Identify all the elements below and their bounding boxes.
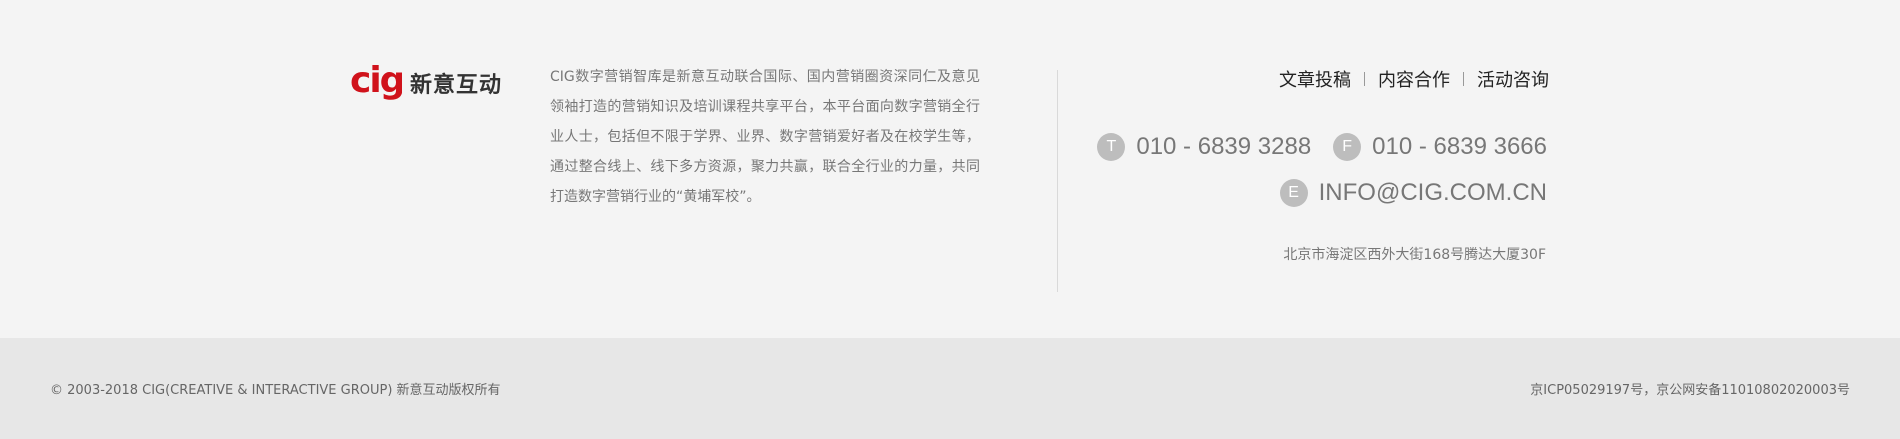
nav-link-submit-article[interactable]: 文章投稿 xyxy=(1279,66,1351,92)
nav-separator xyxy=(1463,72,1464,86)
contact-row-phones: T 010 - 6839 3288 F 010 - 6839 3666 xyxy=(1075,133,1547,161)
icp-license[interactable]: 京ICP05029197号，京公网安备11010802020003号 xyxy=(1530,379,1850,398)
email-icon: E xyxy=(1279,179,1308,207)
phone-icon: T xyxy=(1097,133,1126,161)
contact-row-email: E INFO@CIG.COM.CN xyxy=(1258,179,1547,207)
footer-nav: 文章投稿 内容合作 活动咨询 xyxy=(1279,66,1549,92)
logo-mark-text: cig xyxy=(350,60,402,101)
phone-number[interactable]: 010 - 6839 3288 xyxy=(1136,133,1311,161)
brand-logo[interactable]: cig 新意互动 xyxy=(350,60,502,106)
vertical-divider xyxy=(1057,70,1058,292)
office-address: 北京市海淀区西外大街168号腾达大厦30F xyxy=(1283,247,1546,263)
nav-link-content-cooperation[interactable]: 内容合作 xyxy=(1378,66,1450,92)
fax-icon: F xyxy=(1333,133,1362,161)
email-address[interactable]: INFO@CIG.COM.CN xyxy=(1319,179,1547,207)
email-item: E INFO@CIG.COM.CN xyxy=(1279,179,1547,207)
platform-description: CIG数字营销智库是新意互动联合国际、国内营销圈资深同仁及意见领袖打造的营销知识… xyxy=(550,69,980,205)
nav-separator xyxy=(1364,72,1365,86)
fax-item: F 010 - 6839 3666 xyxy=(1333,133,1547,161)
cig-logo-icon: cig xyxy=(350,60,402,101)
fax-number: 010 - 6839 3666 xyxy=(1372,133,1547,160)
copyright-text: © 2003-2018 CIG(CREATIVE & INTERACTIVE G… xyxy=(50,383,501,398)
brand-name: 新意互动 xyxy=(410,73,503,98)
phone-item: T 010 - 6839 3288 xyxy=(1097,133,1311,161)
nav-link-event-inquiry[interactable]: 活动咨询 xyxy=(1477,66,1549,92)
